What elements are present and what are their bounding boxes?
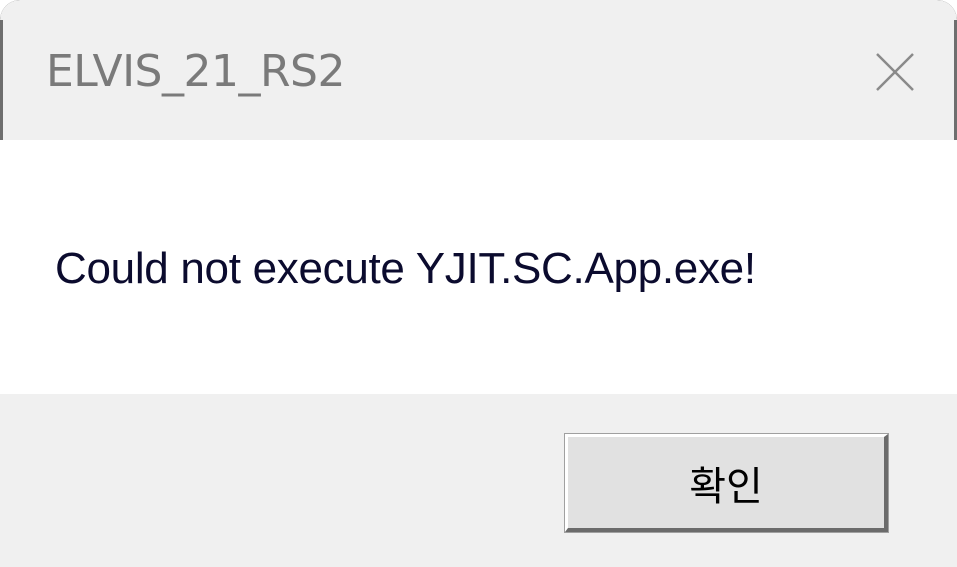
message-area: Could not execute YJIT.SC.App.exe!: [0, 140, 957, 394]
ok-button[interactable]: 확인: [564, 433, 889, 533]
close-button[interactable]: [873, 50, 917, 94]
window-title: ELVIS_21_RS2: [46, 46, 345, 97]
title-bar[interactable]: ELVIS_21_RS2: [0, 0, 957, 140]
message-dialog: ELVIS_21_RS2 Could not execute YJIT.SC.A…: [0, 0, 957, 567]
close-icon: [876, 53, 914, 91]
error-message: Could not execute YJIT.SC.App.exe!: [55, 244, 756, 293]
button-bar: 확인: [0, 394, 957, 567]
